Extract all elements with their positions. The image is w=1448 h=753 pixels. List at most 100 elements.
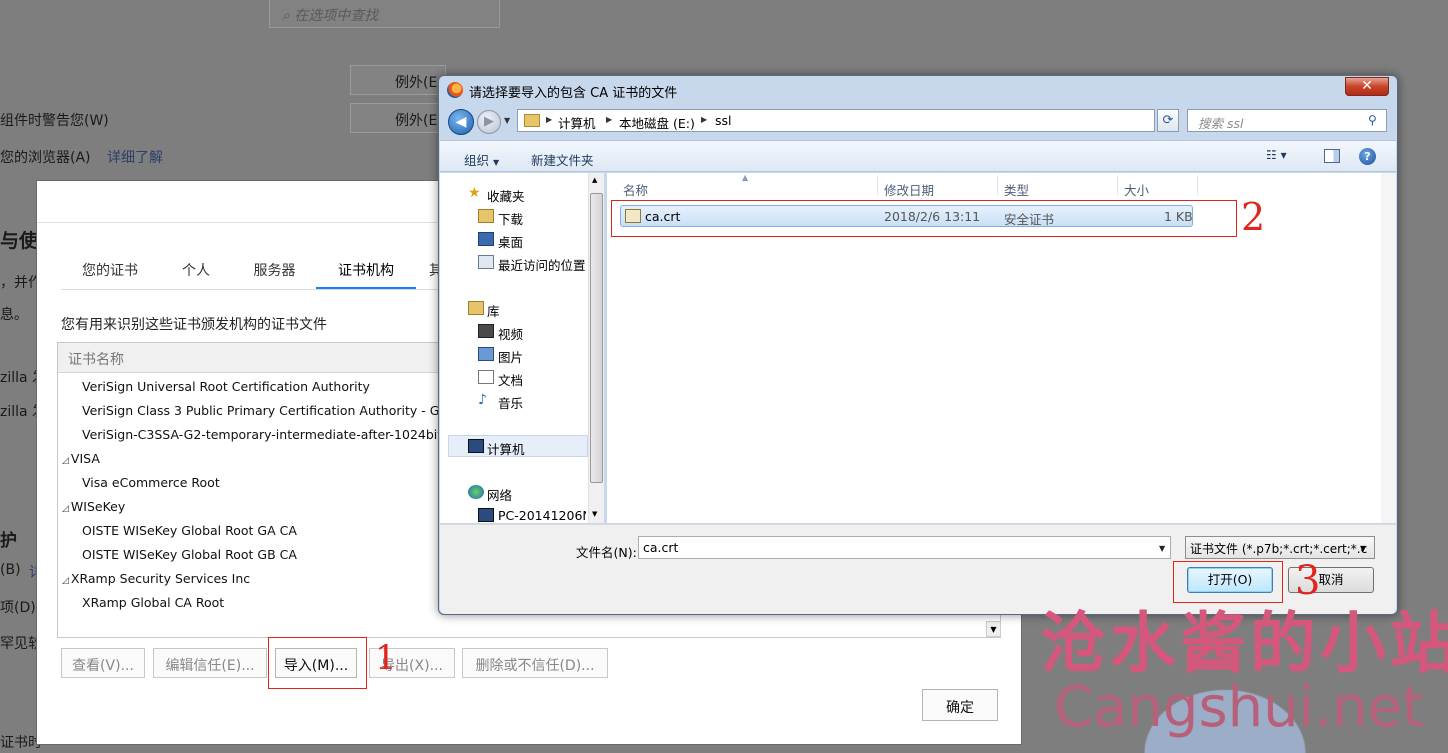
cert-row-label: Visa eCommerce Root [82,475,220,490]
delete-distrust-button[interactable]: 删除或不信任(D)... [462,648,608,678]
cert-group-row[interactable]: ◿ WISeKey [62,499,125,514]
cert-row-label: XRamp Security Services Inc [70,571,251,586]
file-list-scrollbar[interactable] [1381,173,1396,523]
cert-row-label: VeriSign Universal Root Certification Au… [82,379,370,394]
nav-libraries[interactable]: 库 [487,301,500,320]
browser-text: 您的浏览器(A) [0,150,91,166]
organize-menu[interactable]: 组织 ▼ [464,150,499,169]
nav-downloads[interactable]: 下载 [498,209,523,228]
chevron-down-icon[interactable]: ▼ [1159,544,1165,553]
exceptions-button-2[interactable]: 例外(E [350,103,446,133]
scroll-down-icon[interactable]: ▼ [986,621,1001,637]
search-placeholder: 在选项中查找 [294,8,379,24]
nav-videos[interactable]: 视频 [498,324,523,343]
close-button[interactable]: ✕ [1345,77,1389,96]
computer-icon [468,439,484,453]
expand-triangle-icon[interactable]: ◿ [62,456,69,466]
tab-your-certs[interactable]: 您的证书 [61,244,159,290]
column-divider[interactable] [1117,175,1118,195]
nav-recent[interactable]: 最近访问的位置 [498,255,586,274]
cert-row[interactable]: VeriSign-C3SSA-G2-temporary-intermediate… [82,427,471,442]
pc-icon [478,508,494,522]
scroll-thumb[interactable] [590,193,603,483]
scroll-down-icon[interactable]: ▼ [592,510,597,518]
bg-fragment: 息。 [0,307,28,323]
column-date[interactable]: 修改日期 [884,180,934,199]
chevron-down-icon: ▼ [493,158,500,167]
cert-row[interactable]: VeriSign Universal Root Certification Au… [82,379,370,394]
ok-button[interactable]: 确定 [922,689,998,721]
star-icon: ★ [468,185,481,201]
cert-row[interactable]: OISTE WISeKey Global Root GB CA [82,547,297,562]
back-arrow-icon[interactable]: ◀ [448,109,474,135]
cert-group-row[interactable]: ◿ XRamp Security Services Inc [62,571,250,586]
nav-scrollbar[interactable]: ▲ ▼ [588,173,604,523]
column-divider[interactable] [877,175,878,195]
nav-favorites[interactable]: 收藏夹 [487,186,525,205]
history-dropdown-icon[interactable]: ▼ [504,116,510,125]
expand-triangle-icon[interactable]: ◿ [62,576,69,586]
cert-row[interactable]: Visa eCommerce Root [82,475,220,490]
expand-triangle-icon[interactable]: ◿ [62,504,69,514]
help-icon[interactable]: ? [1359,148,1376,165]
documents-icon [478,370,494,384]
organize-label: 组织 [464,153,490,168]
cert-row[interactable]: XRamp Global CA Root [82,595,224,610]
view-button[interactable]: 查看(V)... [61,648,145,678]
cert-group-row[interactable]: ◿ VISA [62,451,100,466]
folder-search-input[interactable]: 搜索 ssl ⚲ [1187,109,1387,132]
breadcrumb-drive[interactable]: 本地磁盘 (E:) [619,113,695,132]
breadcrumb-ssl[interactable]: ssl [715,113,732,128]
preferences-search-input[interactable]: ⌕ 在选项中查找 [269,0,500,28]
search-icon: ⚲ [1368,113,1377,127]
chevron-right-icon[interactable]: ▶ [606,115,612,124]
column-name[interactable]: 名称 [623,180,648,199]
firefox-icon [447,82,463,98]
preview-pane-icon[interactable] [1324,149,1340,163]
bg-fragment: 护 [0,531,17,551]
libraries-icon [468,301,484,315]
address-bar[interactable]: ▶ 计算机 ▶ 本地磁盘 (E:) ▶ ssl ▼ [517,109,1224,132]
filename-label: 文件名(N): [576,545,637,560]
nav-computer[interactable]: 计算机 [487,439,525,458]
filetype-value: 证书文件 (*.p7b;*.crt;*.cert;*.c [1190,542,1368,556]
column-divider[interactable] [997,175,998,195]
filename-input[interactable]: ca.crt ▼ [638,536,1171,559]
music-note-icon: ♪ [478,392,487,408]
network-icon [468,485,484,499]
edit-trust-button[interactable]: 编辑信任(E)... [153,648,267,678]
watermark-site-name: 沧水酱的小站 [1040,605,1448,682]
bg-fragment: 与使 [0,230,39,252]
filetype-select[interactable]: 证书文件 (*.p7b;*.crt;*.cert;*.c ▼ [1185,536,1375,559]
chevron-right-icon[interactable]: ▶ [701,115,707,124]
nav-network[interactable]: 网络 [487,485,512,504]
learn-more-link[interactable]: 详细了解 [107,147,163,167]
view-options-icon[interactable]: ☷ ▾ [1266,148,1287,162]
chevron-down-icon: ▼ [1360,544,1367,553]
tab-personal[interactable]: 个人 [159,244,233,290]
breadcrumb-computer[interactable]: 计算机 [558,113,596,132]
nav-documents[interactable]: 文档 [498,370,523,389]
forward-arrow-icon[interactable]: ▶ [477,110,501,134]
annotation-box-2 [611,200,1237,237]
cert-row[interactable]: OISTE WISeKey Global Root GA CA [82,523,297,538]
nav-desktop[interactable]: 桌面 [498,232,523,251]
watermark-domain: Cangshui.net [1054,675,1424,740]
tab-authorities[interactable]: 证书机构 [316,244,416,290]
nav-pc[interactable]: PC-20141206NO [498,508,586,523]
tab-servers[interactable]: 服务器 [233,244,316,290]
nav-music[interactable]: 音乐 [498,393,523,412]
nav-pictures[interactable]: 图片 [498,347,523,366]
title-bar[interactable]: 请选择要导入的包含 CA 证书的文件 ✕ [439,76,1397,104]
cert-row[interactable]: VeriSign Class 3 Public Primary Certific… [82,403,447,418]
column-type[interactable]: 类型 [1004,180,1029,199]
filename-value: ca.crt [643,540,679,555]
file-open-dialog: 请选择要导入的包含 CA 证书的文件 ✕ ◀ ▶ ▼ ▶ 计算机 ▶ 本地磁盘 … [438,75,1398,615]
exceptions-button-1[interactable]: 例外(E [350,65,446,95]
chevron-right-icon[interactable]: ▶ [546,115,552,124]
refresh-icon[interactable]: ⟳ [1157,109,1179,132]
new-folder-button[interactable]: 新建文件夹 [531,150,594,169]
column-size[interactable]: 大小 [1124,180,1149,199]
column-divider[interactable] [1197,175,1198,195]
scroll-up-icon[interactable]: ▲ [592,176,597,184]
